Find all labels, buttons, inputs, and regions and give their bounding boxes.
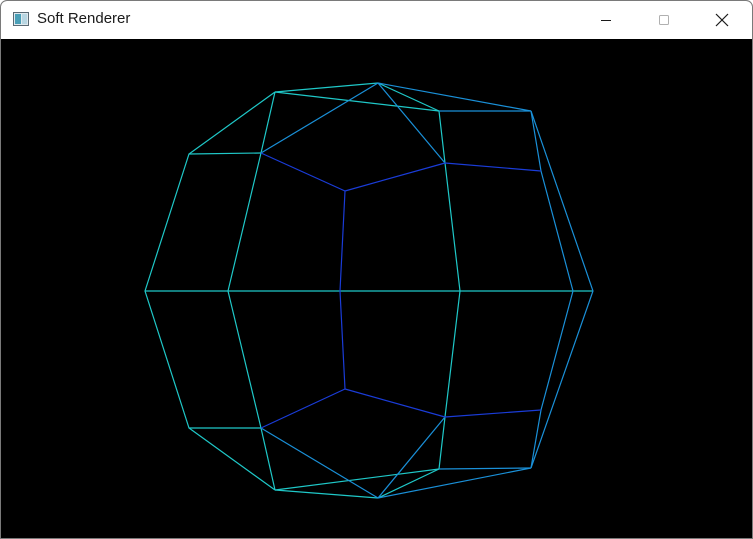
app-window: Soft Renderer — [0, 0, 753, 539]
close-button[interactable] — [699, 1, 745, 39]
minimize-icon — [601, 20, 611, 21]
maximize-icon — [659, 15, 669, 25]
close-icon — [715, 13, 729, 27]
title-bar[interactable]: Soft Renderer — [1, 1, 752, 39]
window-app-icon — [13, 12, 29, 26]
minimize-button[interactable] — [583, 1, 629, 39]
maximize-button[interactable] — [641, 1, 687, 39]
render-viewport[interactable] — [1, 39, 752, 538]
window-title: Soft Renderer — [37, 10, 131, 27]
outer-edges — [144, 82, 593, 499]
wireframe-mesh — [144, 82, 594, 499]
